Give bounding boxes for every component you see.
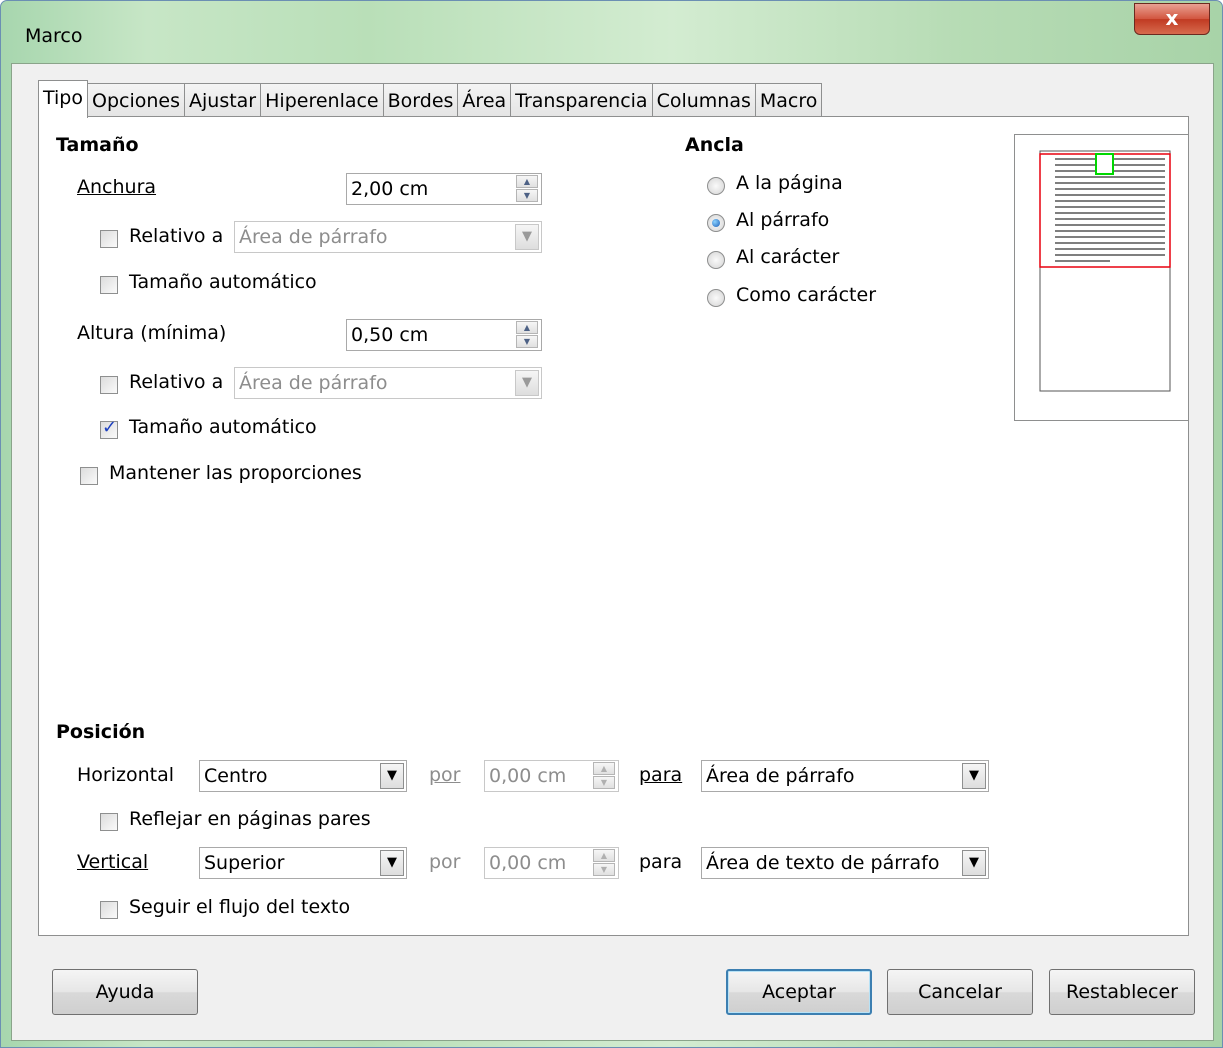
chevron-down-icon[interactable]: ▼	[380, 763, 404, 789]
follow-flow-checkbox[interactable]	[100, 901, 118, 919]
vertical-by-up-icon[interactable]: ▲	[593, 849, 615, 862]
chevron-down-icon[interactable]: ▼	[515, 370, 539, 396]
height-value: 0,50 cm	[351, 324, 429, 346]
ok-button[interactable]: Aceptar	[726, 969, 872, 1015]
mirror-checkbox[interactable]	[100, 813, 118, 831]
vertical-by-value: 0,00 cm	[489, 852, 567, 874]
tab-hiperenlace[interactable]: Hiperenlace	[260, 83, 384, 117]
cancel-button[interactable]: Cancelar	[887, 969, 1033, 1015]
height-relative-label: Relativo a	[129, 371, 224, 393]
tab-macro[interactable]: Macro	[754, 83, 823, 117]
height-spinbox[interactable]: 0,50 cm ▲ ▼	[346, 319, 542, 351]
tab-bordes[interactable]: Bordes	[382, 83, 459, 117]
horizontal-by-value: 0,00 cm	[489, 765, 567, 787]
height-label: Altura (mínima)	[77, 322, 227, 344]
chevron-down-icon[interactable]: ▼	[962, 850, 986, 876]
vertical-to-value: Área de texto de párrafo	[706, 852, 940, 874]
position-heading: Posición	[56, 721, 146, 743]
anchor-as-character-radio[interactable]	[707, 289, 725, 307]
tab-bar: Tipo Opciones Ajustar Hiperenlace Bordes…	[38, 80, 823, 118]
width-relative-label: Relativo a	[129, 225, 224, 247]
size-heading: Tamaño	[56, 134, 139, 156]
vertical-value: Superior	[204, 852, 285, 874]
height-relative-checkbox[interactable]	[100, 376, 118, 394]
height-auto-label: Tamaño automático	[129, 416, 317, 438]
width-relative-checkbox[interactable]	[100, 230, 118, 248]
width-relative-value: Área de párrafo	[239, 226, 388, 248]
dialog-window: Marco x Tipo Opciones Ajustar Hiperenlac…	[0, 0, 1223, 1048]
width-up-icon[interactable]: ▲	[516, 175, 538, 188]
tab-transparencia[interactable]: Transparencia	[510, 83, 653, 117]
height-down-icon[interactable]: ▼	[516, 335, 538, 348]
width-label: Anchura	[77, 176, 157, 198]
horizontal-to-value: Área de párrafo	[706, 765, 855, 787]
anchor-character-radio[interactable]	[707, 251, 725, 269]
vertical-combo[interactable]: Superior ▼	[199, 847, 407, 879]
width-auto-checkbox[interactable]	[100, 276, 118, 294]
vertical-to-combo[interactable]: Área de texto de párrafo ▼	[701, 847, 989, 879]
width-spinbox[interactable]: 2,00 cm ▲ ▼	[346, 173, 542, 205]
tab-tipo[interactable]: Tipo	[38, 80, 88, 118]
horizontal-to-label: para	[639, 764, 683, 786]
horizontal-by-spinbox[interactable]: 0,00 cm ▲ ▼	[484, 760, 619, 792]
chevron-down-icon[interactable]: ▼	[515, 224, 539, 250]
horizontal-by-up-icon[interactable]: ▲	[593, 762, 615, 775]
width-auto-label: Tamaño automático	[129, 271, 317, 293]
anchor-paragraph-radio[interactable]	[707, 214, 725, 232]
vertical-by-spinbox[interactable]: 0,00 cm ▲ ▼	[484, 847, 619, 879]
keep-ratio-checkbox[interactable]	[80, 467, 98, 485]
chevron-down-icon[interactable]: ▼	[380, 850, 404, 876]
horizontal-combo[interactable]: Centro ▼	[199, 760, 407, 792]
width-value: 2,00 cm	[351, 178, 429, 200]
keep-ratio-label: Mantener las proporciones	[109, 462, 362, 484]
anchor-heading: Ancla	[685, 134, 744, 156]
tab-area[interactable]: Área	[457, 83, 512, 117]
anchor-character-label: Al carácter	[736, 246, 840, 268]
chevron-down-icon[interactable]: ▼	[962, 763, 986, 789]
tab-ajustar[interactable]: Ajustar	[184, 83, 262, 117]
vertical-by-label: por	[429, 851, 461, 873]
height-up-icon[interactable]: ▲	[516, 321, 538, 334]
vertical-to-label: para	[639, 851, 683, 873]
horizontal-value: Centro	[204, 765, 268, 787]
anchor-as-character-label: Como carácter	[736, 284, 877, 306]
horizontal-by-label: por	[429, 764, 461, 786]
vertical-by-down-icon[interactable]: ▼	[593, 863, 615, 876]
width-relative-combo[interactable]: Área de párrafo ▼	[234, 221, 542, 253]
horizontal-by-down-icon[interactable]: ▼	[593, 776, 615, 789]
title-bar[interactable]: Marco x	[1, 1, 1222, 63]
height-relative-value: Área de párrafo	[239, 372, 388, 394]
horizontal-to-combo[interactable]: Área de párrafo ▼	[701, 760, 989, 792]
anchor-page-label: A la página	[736, 172, 843, 194]
mirror-label: Reflejar en páginas pares	[129, 808, 371, 830]
height-auto-checkbox[interactable]	[100, 417, 118, 439]
vertical-label: Vertical	[77, 851, 149, 873]
tab-opciones[interactable]: Opciones	[87, 83, 185, 117]
help-button[interactable]: Ayuda	[52, 969, 198, 1015]
page-preview-graphic	[1039, 150, 1171, 392]
close-button[interactable]: x	[1134, 3, 1210, 35]
frame-preview	[1014, 134, 1189, 421]
horizontal-label: Horizontal	[77, 764, 175, 786]
follow-flow-label: Seguir el flujo del texto	[129, 896, 351, 918]
dialog-client-area: Tipo Opciones Ajustar Hiperenlace Bordes…	[11, 63, 1214, 1041]
window-title: Marco	[25, 25, 83, 47]
reset-button[interactable]: Restablecer	[1049, 969, 1195, 1015]
tab-page-tipo: Tamaño Anchura 2,00 cm ▲ ▼ Relativo a Áre…	[38, 116, 1189, 936]
close-icon: x	[1165, 6, 1179, 30]
anchor-paragraph-label: Al párrafo	[736, 209, 830, 231]
height-relative-combo[interactable]: Área de párrafo ▼	[234, 367, 542, 399]
anchor-page-radio[interactable]	[707, 177, 725, 195]
width-down-icon[interactable]: ▼	[516, 189, 538, 202]
tab-columnas[interactable]: Columnas	[651, 83, 756, 117]
